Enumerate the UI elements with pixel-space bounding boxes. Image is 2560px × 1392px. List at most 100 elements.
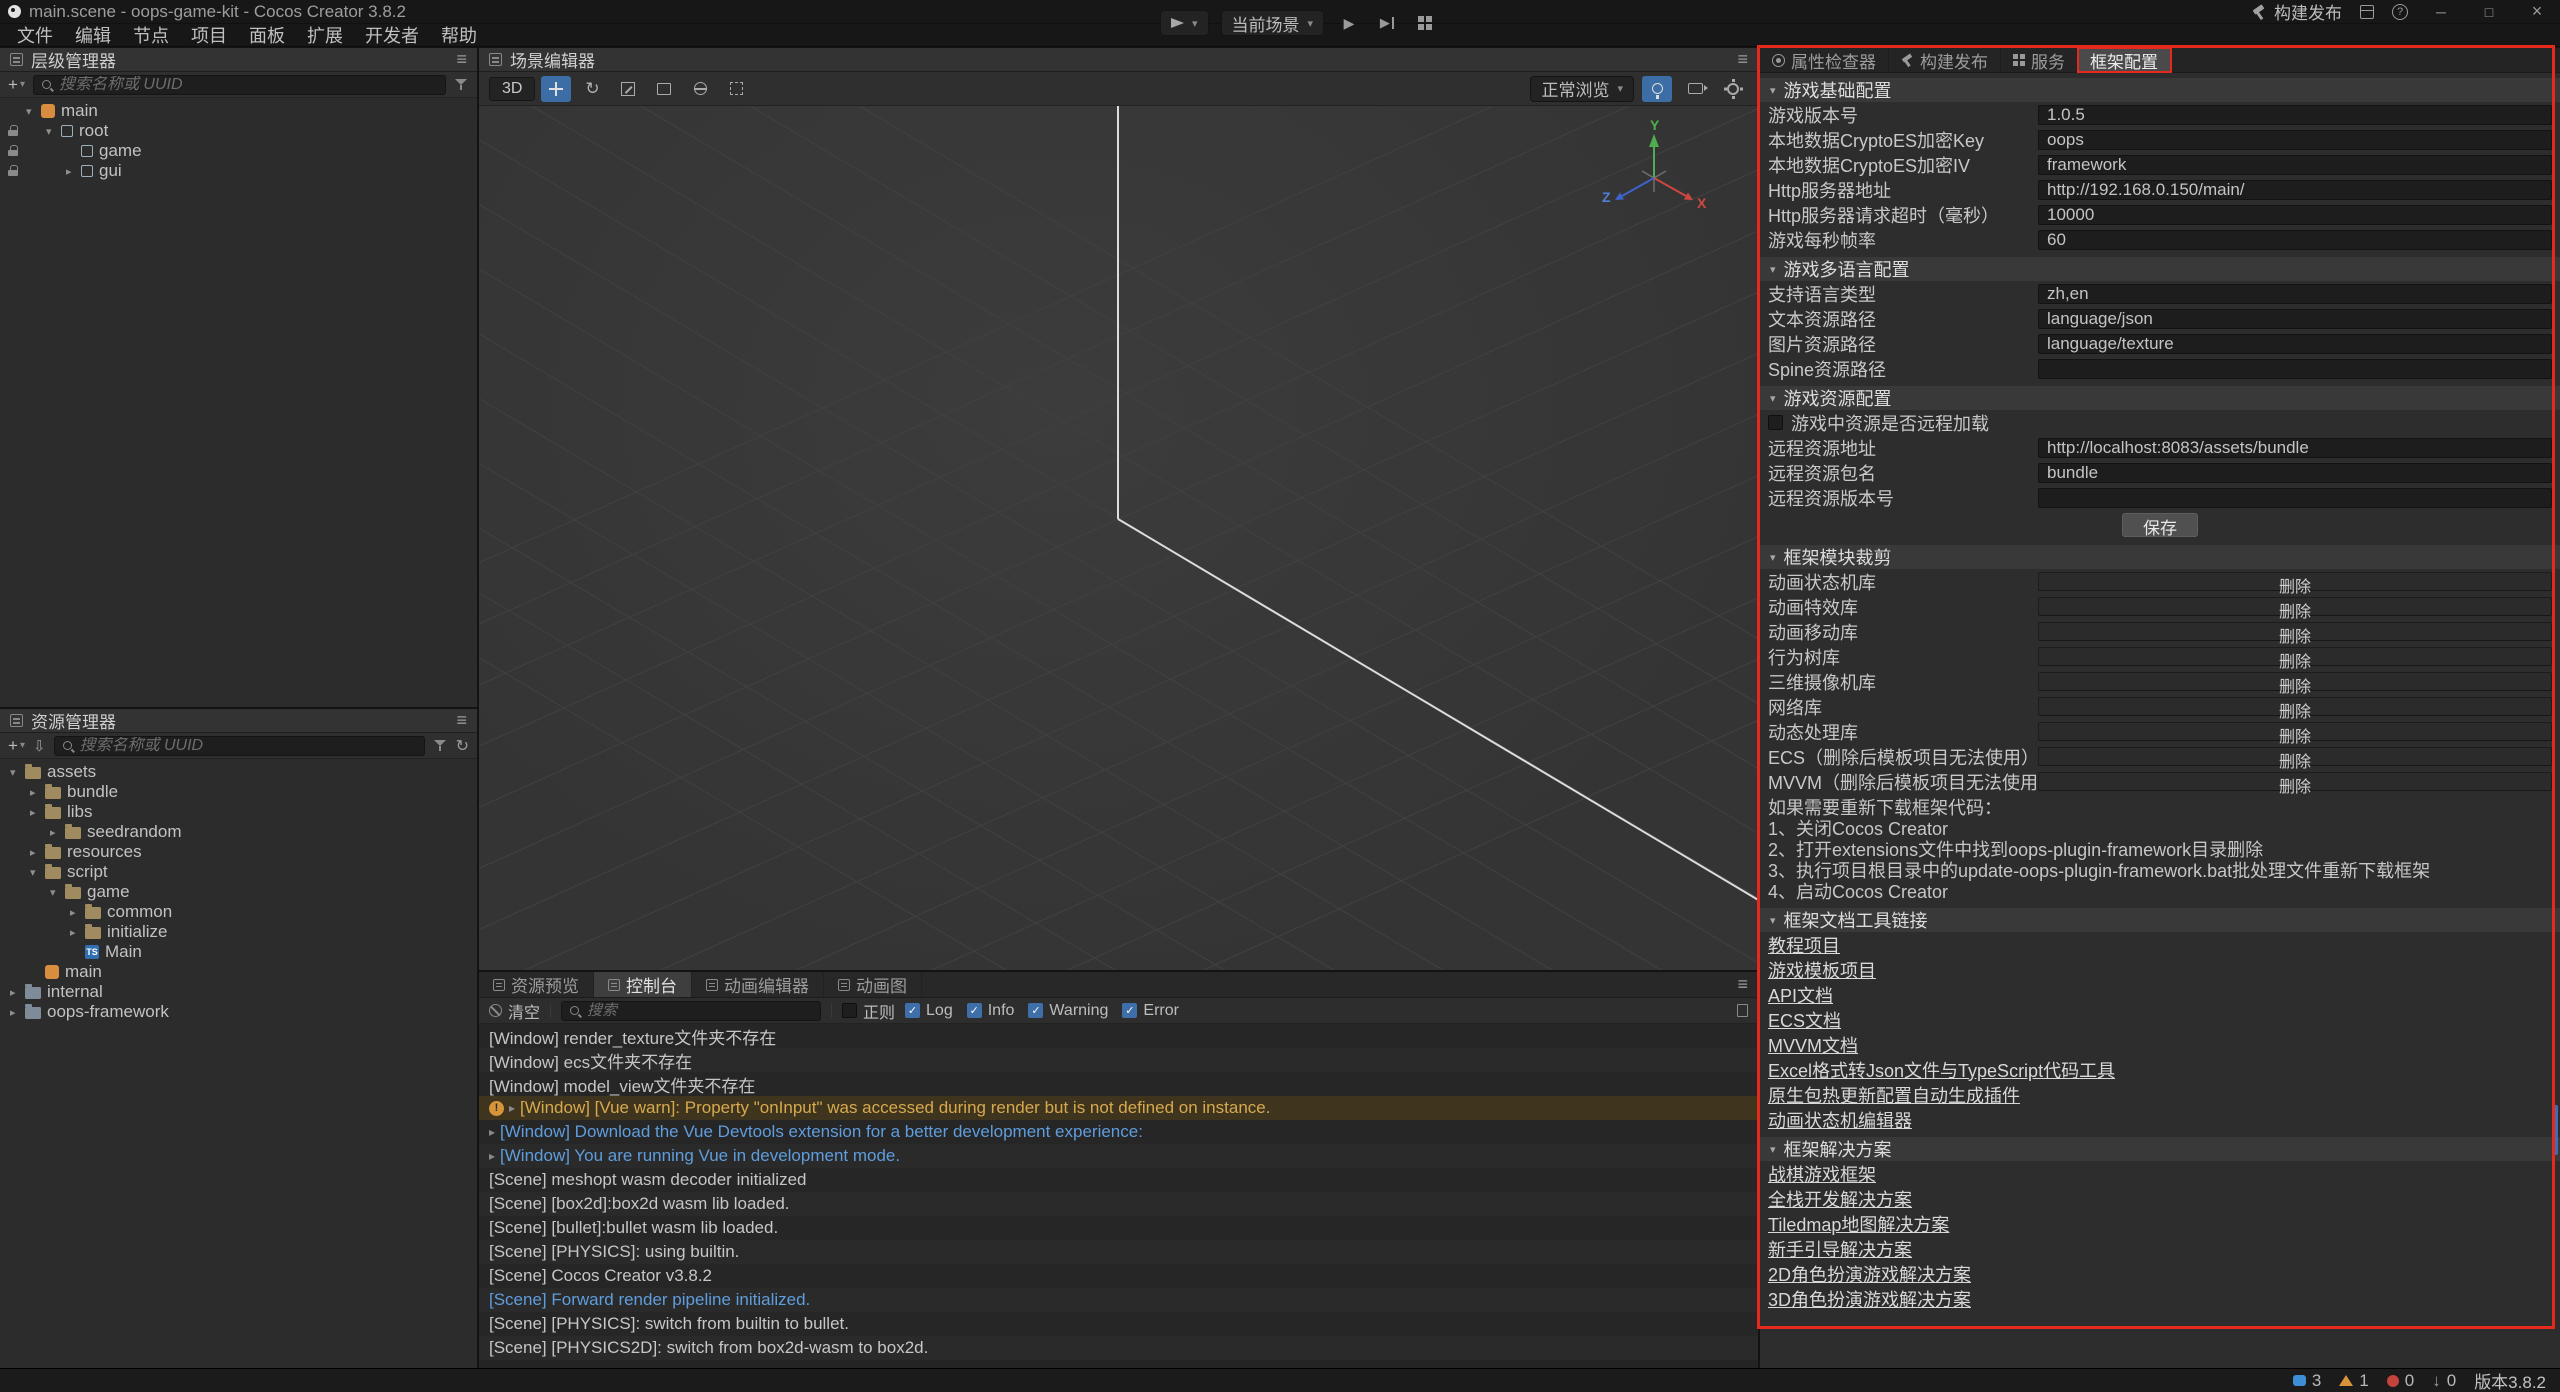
hierarchy-search-input[interactable] xyxy=(59,76,439,94)
inspector-tab[interactable]: 属性检查器 xyxy=(1760,48,1889,72)
add-asset-button[interactable] xyxy=(8,736,25,756)
snap-tool-button[interactable] xyxy=(721,76,751,102)
doc-link[interactable]: 新手引导解决方案 xyxy=(1768,1236,1912,1262)
menu-item[interactable]: 项目 xyxy=(180,22,238,48)
expand-arrow-icon[interactable] xyxy=(26,105,41,118)
section-header[interactable]: 游戏资源配置 xyxy=(1760,386,2560,410)
expand-arrow-icon[interactable] xyxy=(50,886,65,899)
log-row[interactable]: [Scene] [PHYSICS]: using builtin. xyxy=(479,1240,1758,1264)
maximize-button[interactable] xyxy=(2474,4,2504,20)
pivot-tool-button[interactable] xyxy=(685,76,715,102)
text-input[interactable] xyxy=(2038,359,2552,379)
log-row[interactable]: [Scene] [box2d]:box2d wasm lib loaded. xyxy=(479,1192,1758,1216)
expand-arrow-icon[interactable] xyxy=(10,986,25,999)
log-filter-toggle[interactable]: Log xyxy=(905,1002,953,1020)
asset-node[interactable]: common xyxy=(0,902,477,922)
assets-filter-icon[interactable] xyxy=(433,738,448,753)
log-row[interactable]: [Window] You are running Vue in developm… xyxy=(479,1144,1758,1168)
expand-arrow-icon[interactable] xyxy=(10,766,25,779)
scene-settings-button[interactable] xyxy=(1718,76,1748,102)
asset-node[interactable]: assets xyxy=(0,762,477,782)
log-count-indicator[interactable]: 3 xyxy=(2293,1371,2321,1391)
section-header[interactable]: 框架模块裁剪 xyxy=(1760,545,2560,569)
scale-tool-button[interactable] xyxy=(613,76,643,102)
export-log-icon[interactable] xyxy=(1737,1004,1748,1017)
clear-console-button[interactable]: 清空 xyxy=(489,999,540,1023)
asset-node[interactable]: resources xyxy=(0,842,477,862)
dimension-toggle-button[interactable]: 3D xyxy=(489,77,535,101)
section-header[interactable]: 框架文档工具链接 xyxy=(1760,908,2560,932)
inspector-tab[interactable]: 服务 xyxy=(2001,48,2078,72)
menu-item[interactable]: 文件 xyxy=(6,22,64,48)
log-row[interactable]: [Scene] [PHYSICS2D]: switch from box2d-w… xyxy=(479,1336,1758,1360)
asset-node[interactable]: Main xyxy=(0,942,477,962)
asset-node[interactable]: bundle xyxy=(0,782,477,802)
preview-device-select[interactable] xyxy=(1160,10,1209,36)
log-row[interactable]: [Window] [Vue warn]: Property "onInput" … xyxy=(479,1096,1758,1120)
console-tab[interactable]: 资源预览 xyxy=(479,972,594,997)
refresh-icon[interactable] xyxy=(456,735,469,756)
console-menu-icon[interactable] xyxy=(1737,974,1748,995)
menu-item[interactable]: 开发者 xyxy=(354,22,430,48)
assets-search-input[interactable] xyxy=(80,737,418,755)
module-delete-button[interactable]: 删除 xyxy=(2038,597,2552,616)
inspector-tab[interactable]: 构建发布 xyxy=(1889,48,2001,72)
console-tab[interactable]: 动画图 xyxy=(824,972,922,997)
asset-node[interactable]: initialize xyxy=(0,922,477,942)
hierarchy-filter-icon[interactable] xyxy=(454,77,469,92)
save-button[interactable]: 保存 xyxy=(2122,513,2198,537)
import-asset-icon[interactable] xyxy=(33,735,46,756)
text-input[interactable]: language/json xyxy=(2038,309,2552,329)
expand-arrow-icon[interactable] xyxy=(30,786,45,799)
log-row[interactable]: [Scene] Cocos Creator v3.8.2 xyxy=(479,1264,1758,1288)
doc-link[interactable]: API文档 xyxy=(1768,982,1833,1008)
console-tab[interactable]: 控制台 xyxy=(594,972,692,997)
asset-node[interactable]: oops-framework xyxy=(0,1002,477,1022)
console-tab[interactable]: 动画编辑器 xyxy=(692,972,824,997)
log-row[interactable]: [Window] ecs文件夹不存在 xyxy=(479,1048,1758,1072)
play-button[interactable] xyxy=(1336,10,1362,36)
asset-node[interactable]: main xyxy=(0,962,477,982)
inspector-scrollbar-thumb[interactable] xyxy=(2553,1105,2558,1155)
menu-item[interactable]: 帮助 xyxy=(430,22,488,48)
module-delete-button[interactable]: 删除 xyxy=(2038,772,2552,791)
text-input[interactable]: framework xyxy=(2038,155,2552,175)
doc-link[interactable]: Tiledmap地图解决方案 xyxy=(1768,1211,1949,1237)
expand-arrow-icon[interactable] xyxy=(30,846,45,859)
move-tool-button[interactable] xyxy=(541,76,571,102)
menu-item[interactable]: 编辑 xyxy=(64,22,122,48)
doc-link[interactable]: 全栈开发解决方案 xyxy=(1768,1186,1912,1212)
text-input[interactable]: zh,en xyxy=(2038,284,2552,304)
text-input[interactable]: http://localhost:8083/assets/bundle xyxy=(2038,438,2552,458)
error-count-indicator[interactable]: 0 xyxy=(2387,1371,2414,1391)
doc-link[interactable]: 原生包热更新配置自动生成插件 xyxy=(1768,1082,2020,1108)
console-search-input[interactable] xyxy=(587,1002,814,1019)
text-input[interactable]: http://192.168.0.150/main/ xyxy=(2038,180,2552,200)
doc-link[interactable]: 3D角色扮演游戏解决方案 xyxy=(1768,1286,1971,1312)
scene-viewport[interactable]: Y X Z xyxy=(479,106,1758,970)
expand-arrow-icon[interactable] xyxy=(70,926,85,939)
doc-link[interactable]: 2D角色扮演游戏解决方案 xyxy=(1768,1261,1971,1287)
module-delete-button[interactable]: 删除 xyxy=(2038,622,2552,641)
log-row[interactable]: [Scene] [bullet]:bullet wasm lib loaded. xyxy=(479,1216,1758,1240)
text-input[interactable]: 60 xyxy=(2038,230,2552,250)
doc-link[interactable]: 游戏模板项目 xyxy=(1768,957,1876,983)
regex-toggle[interactable]: 正则 xyxy=(842,999,895,1023)
doc-link[interactable]: 教程项目 xyxy=(1768,932,1840,958)
package-icon[interactable] xyxy=(2360,5,2374,19)
log-row[interactable]: [Window] Download the Vue Devtools exten… xyxy=(479,1120,1758,1144)
text-input[interactable]: oops xyxy=(2038,130,2552,150)
text-input[interactable]: bundle xyxy=(2038,463,2552,483)
text-input[interactable]: 1.0.5 xyxy=(2038,105,2552,125)
assets-menu-icon[interactable] xyxy=(456,710,467,731)
asset-node[interactable]: seedrandom xyxy=(0,822,477,842)
log-row[interactable]: [Scene] meshopt wasm decoder initialized xyxy=(479,1168,1758,1192)
regex-checkbox[interactable] xyxy=(842,1003,857,1018)
remote-load-checkbox[interactable] xyxy=(1768,415,1783,430)
filter-checkbox[interactable] xyxy=(1122,1003,1137,1018)
hierarchy-node[interactable]: root xyxy=(0,121,477,141)
task-count-indicator[interactable]: 0 xyxy=(2432,1371,2456,1391)
section-header[interactable]: 游戏基础配置 xyxy=(1760,78,2560,102)
module-delete-button[interactable]: 删除 xyxy=(2038,722,2552,741)
assets-searchbox[interactable] xyxy=(54,736,425,756)
